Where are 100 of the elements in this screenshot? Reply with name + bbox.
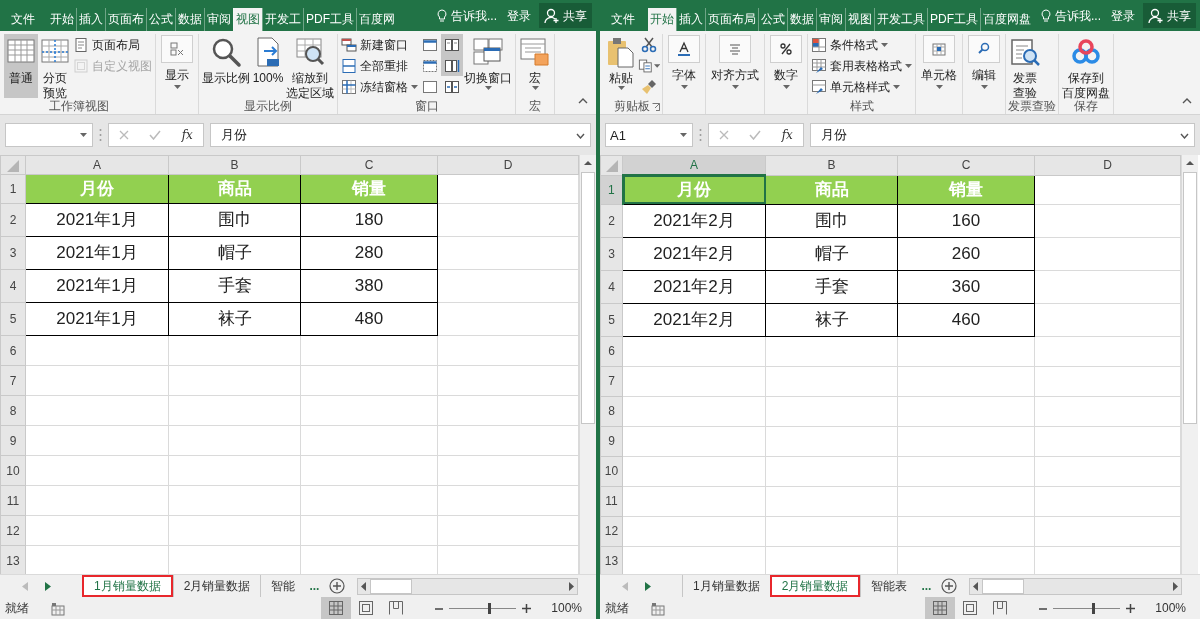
custom-view-icon bbox=[73, 57, 89, 74]
ribbon-button[interactable]: 普通 bbox=[4, 34, 38, 98]
row-header[interactable]: 8 bbox=[600, 396, 623, 426]
row-header[interactable]: 13 bbox=[600, 546, 623, 574]
ribbon-button[interactable]: 粘贴 bbox=[604, 34, 638, 98]
table-cell: 480 bbox=[300, 302, 438, 336]
insert-function-button[interactable]: fx bbox=[781, 126, 793, 144]
ribbon-tab[interactable]: 开始 bbox=[648, 8, 676, 31]
ribbon-button[interactable]: 宏 bbox=[518, 34, 552, 98]
row-header[interactable]: 11 bbox=[600, 486, 623, 516]
view-button[interactable] bbox=[925, 597, 956, 619]
row-header[interactable]: 7 bbox=[600, 366, 623, 396]
row-header[interactable]: 7 bbox=[0, 365, 26, 396]
row-header[interactable]: 1 bbox=[600, 175, 623, 204]
sheet-tab[interactable]: 1月销量数据 bbox=[82, 575, 173, 597]
ribbon-button[interactable]: 数字 bbox=[767, 34, 805, 98]
row-header[interactable]: 6 bbox=[0, 335, 26, 366]
column-header[interactable]: A bbox=[622, 155, 766, 175]
ribbon-button[interactable]: 显示 bbox=[158, 34, 196, 98]
horizontal-scrollbar[interactable] bbox=[969, 577, 1182, 595]
scroll-thumb[interactable] bbox=[982, 578, 1025, 594]
ribbon-button[interactable]: 页面布局 bbox=[72, 34, 153, 55]
arrange-icon bbox=[341, 57, 357, 74]
horizontal-scrollbar[interactable] bbox=[357, 577, 578, 595]
column-header[interactable]: C bbox=[300, 155, 438, 175]
tell-me-button[interactable]: 告诉我... bbox=[437, 6, 497, 25]
ribbon-button[interactable]: 套用表格格式 bbox=[810, 55, 913, 76]
tell-me-button[interactable]: 告诉我... bbox=[1041, 6, 1101, 25]
view-button[interactable] bbox=[321, 597, 352, 619]
ribbon-button[interactable]: 100% bbox=[251, 34, 285, 98]
ribbon-button[interactable]: 条件格式 bbox=[810, 34, 913, 55]
row-header[interactable]: 12 bbox=[0, 515, 26, 546]
column-header[interactable]: A bbox=[25, 155, 169, 175]
row-header[interactable]: 9 bbox=[600, 426, 623, 456]
clipboard-icon bbox=[605, 36, 637, 68]
ribbon-tab[interactable]: 开始 bbox=[48, 8, 76, 31]
ribbon-button[interactable]: 切换窗口 bbox=[463, 34, 513, 98]
table-cell: 围巾 bbox=[168, 203, 301, 237]
ribbon-button[interactable]: 冻结窗格 bbox=[340, 76, 419, 97]
share-button[interactable]: 共享 bbox=[539, 3, 592, 28]
scroll-thumb[interactable] bbox=[581, 172, 595, 424]
row-header[interactable]: 3 bbox=[600, 237, 623, 270]
ribbon-button[interactable]: 编辑 bbox=[965, 34, 1003, 98]
ribbon-button[interactable]: 发票 查验 bbox=[1008, 34, 1042, 98]
ribbon-button[interactable]: 新建窗口 bbox=[340, 34, 419, 55]
row-header[interactable]: 2 bbox=[600, 204, 623, 237]
ribbon-button[interactable]: 字体 bbox=[665, 34, 703, 98]
sign-in-link[interactable]: 登录 bbox=[505, 6, 533, 25]
ribbon-button[interactable]: 单元格样式 bbox=[810, 76, 913, 97]
row-header[interactable]: 9 bbox=[0, 425, 26, 456]
table-cell: 2021年2月 bbox=[622, 303, 766, 336]
name-box[interactable]: A1 bbox=[605, 123, 693, 147]
more-sheets[interactable]: ... bbox=[309, 577, 320, 595]
column-header[interactable]: B bbox=[765, 155, 898, 175]
row-header[interactable]: 10 bbox=[0, 455, 26, 486]
ribbon-tab[interactable]: 视图 bbox=[233, 8, 262, 31]
scroll-thumb[interactable] bbox=[370, 578, 413, 594]
ribbon-button[interactable]: 缩放到 选定区域 bbox=[285, 34, 335, 98]
column-header[interactable]: B bbox=[168, 155, 301, 175]
row-header[interactable]: 12 bbox=[600, 516, 623, 546]
column-header[interactable]: D bbox=[1034, 155, 1181, 175]
row-header[interactable]: 1 bbox=[0, 174, 26, 204]
collapse-icon bbox=[578, 97, 588, 104]
row-header[interactable]: 5 bbox=[600, 303, 623, 336]
icon-button[interactable] bbox=[441, 55, 463, 76]
ribbon-tab[interactable]: 文件 bbox=[600, 8, 646, 31]
caret-icon bbox=[653, 63, 660, 68]
share-button[interactable]: 共享 bbox=[1143, 3, 1196, 28]
sign-in-link[interactable]: 登录 bbox=[1109, 6, 1137, 25]
cancel-icon bbox=[119, 130, 130, 140]
insert-function-button[interactable]: fx bbox=[181, 126, 193, 144]
ribbon-button[interactable]: 保存到 百度网盘 bbox=[1061, 34, 1111, 98]
formula-field[interactable]: 月份 bbox=[210, 123, 591, 147]
ribbon-button[interactable]: 对齐方式 bbox=[708, 34, 762, 98]
row-header[interactable]: 8 bbox=[0, 395, 26, 426]
sheet-tab[interactable]: 2月销量数据 bbox=[769, 575, 861, 597]
row-header[interactable]: 10 bbox=[600, 456, 623, 486]
zoom-level[interactable]: 100% bbox=[551, 599, 582, 617]
zoom-level[interactable]: 100% bbox=[1155, 599, 1186, 617]
lightbulb-icon bbox=[1041, 8, 1051, 23]
column-header[interactable]: D bbox=[437, 155, 579, 175]
row-header[interactable]: 11 bbox=[0, 485, 26, 516]
row-header[interactable]: 2 bbox=[0, 203, 26, 237]
ribbon-button[interactable]: 全部重排 bbox=[340, 55, 419, 76]
ribbon-button[interactable]: 显示比例 bbox=[201, 34, 251, 98]
row-header[interactable]: 6 bbox=[600, 336, 623, 366]
row-header[interactable]: 3 bbox=[0, 236, 26, 270]
row-header[interactable]: 13 bbox=[0, 545, 26, 574]
scroll-thumb[interactable] bbox=[1183, 172, 1197, 424]
row-header[interactable]: 4 bbox=[0, 269, 26, 303]
ribbon-button[interactable]: 单元格 bbox=[918, 34, 960, 98]
row-header[interactable]: 4 bbox=[600, 270, 623, 303]
group-label: 显示比例 bbox=[244, 98, 292, 115]
more-sheets[interactable]: ... bbox=[921, 577, 932, 595]
column-header[interactable]: C bbox=[897, 155, 1035, 175]
icon-button[interactable] bbox=[441, 34, 463, 55]
row-header[interactable]: 5 bbox=[0, 302, 26, 336]
ribbon-tab[interactable]: 文件 bbox=[0, 8, 46, 31]
formula-field[interactable]: 月份 bbox=[810, 123, 1195, 147]
ribbon-button[interactable]: 分页 预览 bbox=[38, 34, 72, 98]
